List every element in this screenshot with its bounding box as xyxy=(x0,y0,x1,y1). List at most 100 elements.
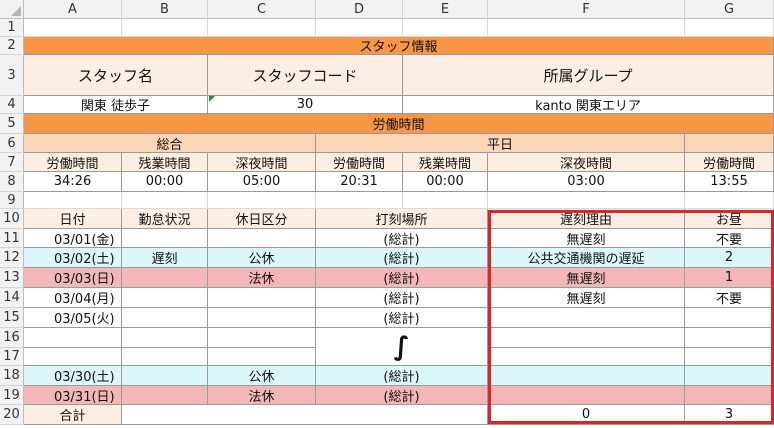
row-header-8[interactable]: 8 xyxy=(0,172,24,192)
date-cell[interactable]: 03/31(日) xyxy=(24,386,122,405)
place-cell[interactable]: (総計) xyxy=(316,288,488,308)
detail-header[interactable]: 遅刻理由 xyxy=(488,209,685,229)
row-header-9[interactable]: 9 xyxy=(0,192,24,209)
row-header-1[interactable]: 1 xyxy=(0,19,24,37)
staff-name-value[interactable]: 関東 徒歩子 xyxy=(24,96,208,114)
empty-cell[interactable] xyxy=(122,328,208,348)
work-time-title[interactable]: 労働時間 xyxy=(24,114,774,134)
status-cell[interactable] xyxy=(122,366,208,386)
total-label[interactable]: 合計 xyxy=(24,405,122,425)
column-header-b[interactable]: B xyxy=(122,0,208,19)
empty-cell[interactable] xyxy=(316,19,403,37)
empty-cell[interactable] xyxy=(122,192,208,209)
reason-cell[interactable] xyxy=(488,386,685,405)
holiday-cell[interactable]: 公休 xyxy=(208,248,316,268)
spreadsheet-grid[interactable]: A B C D E F G 1 2 3 4 5 6 7 8 9 10 11 12 13 14 15 16 17 18 19 20 スタ… xyxy=(0,0,774,428)
row-header-20[interactable]: 20 xyxy=(0,405,24,425)
column-header-a[interactable]: A xyxy=(24,0,122,19)
row-header-7[interactable]: 7 xyxy=(0,153,24,172)
empty-cell[interactable] xyxy=(24,328,122,348)
extra-group-label[interactable] xyxy=(685,134,774,153)
row-header-10[interactable]: 10 xyxy=(0,209,24,229)
empty-cell[interactable] xyxy=(24,348,122,366)
group-value[interactable]: kanto 関東エリア xyxy=(403,96,774,114)
status-cell[interactable] xyxy=(122,268,208,288)
work-time-value[interactable]: 03:00 xyxy=(488,172,685,192)
work-time-value[interactable]: 00:00 xyxy=(122,172,208,192)
date-cell[interactable]: 03/02(土) xyxy=(24,248,122,268)
work-time-value[interactable]: 20:31 xyxy=(316,172,403,192)
row-header-13[interactable]: 13 xyxy=(0,268,24,288)
lunch-cell[interactable]: 1 xyxy=(685,268,774,288)
empty-cell[interactable] xyxy=(24,192,122,209)
column-header-e[interactable]: E xyxy=(403,0,488,19)
lunch-cell[interactable]: 不要 xyxy=(685,229,774,248)
detail-header[interactable]: 勤怠状況 xyxy=(122,209,208,229)
row-header-4[interactable]: 4 xyxy=(0,96,24,114)
empty-cell[interactable] xyxy=(24,19,122,37)
date-cell[interactable]: 03/04(月) xyxy=(24,288,122,308)
work-time-header[interactable]: 労働時間 xyxy=(24,153,122,172)
empty-cell[interactable] xyxy=(122,405,488,425)
work-time-value[interactable]: 00:00 xyxy=(403,172,488,192)
empty-cell[interactable] xyxy=(685,348,774,366)
empty-cell[interactable] xyxy=(208,328,316,348)
row-header-18[interactable]: 18 xyxy=(0,366,24,386)
place-cell[interactable]: (総計) xyxy=(316,268,488,288)
empty-cell[interactable] xyxy=(685,192,774,209)
total-lunch[interactable]: 3 xyxy=(685,405,774,425)
work-time-header[interactable]: 残業時間 xyxy=(403,153,488,172)
work-time-header[interactable]: 労働時間 xyxy=(685,153,774,172)
status-cell[interactable] xyxy=(122,308,208,328)
place-cell[interactable]: (総計) xyxy=(316,366,488,386)
row-header-16[interactable]: 16 xyxy=(0,328,24,348)
holiday-cell[interactable]: 法休 xyxy=(208,268,316,288)
status-cell[interactable] xyxy=(122,288,208,308)
reason-cell[interactable]: 公共交通機関の遅延 xyxy=(488,248,685,268)
work-time-value[interactable]: 05:00 xyxy=(208,172,316,192)
lunch-cell[interactable] xyxy=(685,308,774,328)
detail-header[interactable]: 休日区分 xyxy=(208,209,316,229)
empty-cell[interactable] xyxy=(488,328,685,348)
work-time-header[interactable]: 深夜時間 xyxy=(488,153,685,172)
reason-cell[interactable] xyxy=(488,308,685,328)
column-header-c[interactable]: C xyxy=(208,0,316,19)
empty-cell[interactable] xyxy=(208,348,316,366)
column-header-g[interactable]: G xyxy=(685,0,774,19)
empty-cell[interactable] xyxy=(208,19,316,37)
reason-cell[interactable] xyxy=(488,366,685,386)
reason-cell[interactable]: 無遅刻 xyxy=(488,288,685,308)
empty-cell[interactable] xyxy=(685,19,774,37)
total-reason[interactable]: 0 xyxy=(488,405,685,425)
reason-cell[interactable]: 無遅刻 xyxy=(488,268,685,288)
staff-code-value[interactable]: 30 xyxy=(208,96,403,114)
row-header-5[interactable]: 5 xyxy=(0,114,24,134)
empty-cell[interactable] xyxy=(208,192,316,209)
detail-header[interactable]: お昼 xyxy=(685,209,774,229)
status-cell[interactable]: 遅刻 xyxy=(122,248,208,268)
select-all-corner[interactable] xyxy=(0,0,24,19)
empty-cell[interactable] xyxy=(122,19,208,37)
lunch-cell[interactable] xyxy=(685,366,774,386)
empty-cell[interactable] xyxy=(403,19,488,37)
place-cell[interactable]: (総計) xyxy=(316,386,488,405)
staff-info-title[interactable]: スタッフ情報 xyxy=(24,37,774,55)
total-group-label[interactable]: 総合 xyxy=(24,134,316,153)
empty-cell[interactable] xyxy=(685,328,774,348)
empty-cell[interactable] xyxy=(122,348,208,366)
work-time-header[interactable]: 残業時間 xyxy=(122,153,208,172)
work-time-value[interactable]: 13:55 xyxy=(685,172,774,192)
empty-cell[interactable] xyxy=(488,19,685,37)
column-header-d[interactable]: D xyxy=(316,0,403,19)
row-header-15[interactable]: 15 xyxy=(0,308,24,328)
staff-code-label[interactable]: スタッフコード xyxy=(208,55,403,96)
row-header-14[interactable]: 14 xyxy=(0,288,24,308)
row-header-2[interactable]: 2 xyxy=(0,37,24,55)
place-cell[interactable]: (総計) xyxy=(316,229,488,248)
detail-header[interactable]: 日付 xyxy=(24,209,122,229)
row-header-12[interactable]: 12 xyxy=(0,248,24,268)
place-cell[interactable]: (総計) xyxy=(316,248,488,268)
group-label[interactable]: 所属グループ xyxy=(403,55,774,96)
place-cell[interactable]: (総計) xyxy=(316,308,488,328)
holiday-cell[interactable] xyxy=(208,229,316,248)
